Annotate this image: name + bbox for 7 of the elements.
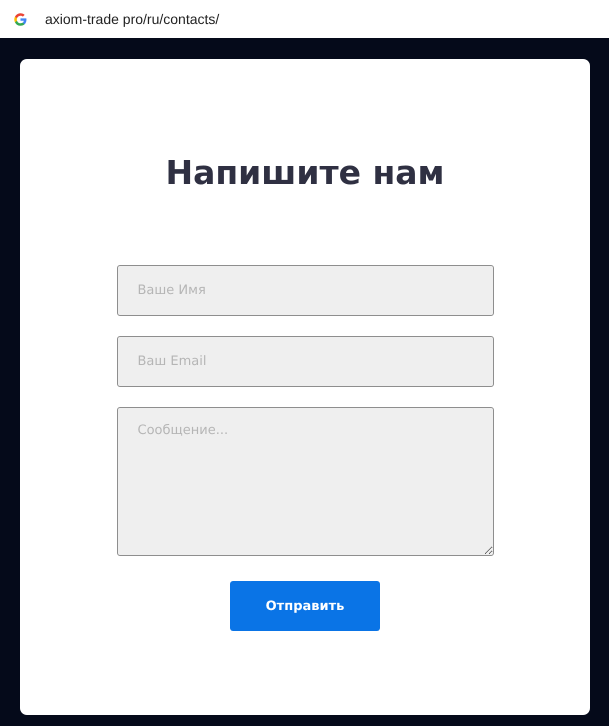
input-field[interactable]: Ваше Имя (116, 265, 494, 316)
input-field[interactable]: Ваш Email (116, 336, 494, 387)
submit-button[interactable]: Отправить (230, 581, 380, 631)
form-title: Напишите нам (165, 152, 445, 194)
message-field[interactable]: Сообщение... (116, 407, 494, 556)
address-url[interactable]: axiom-trade pro/ru/contacts/ (45, 11, 220, 27)
google-logo-icon (14, 12, 27, 26)
